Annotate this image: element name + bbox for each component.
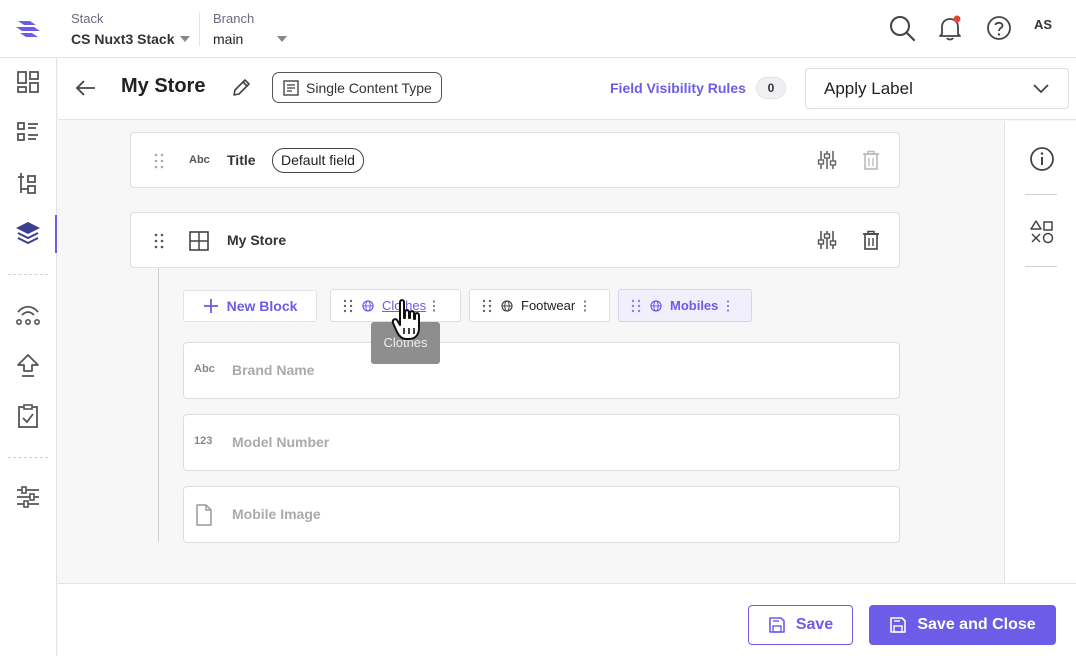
save-disk-icon [769, 617, 785, 633]
nav-separator [8, 274, 48, 275]
globe-icon [362, 299, 374, 312]
globe-icon [650, 299, 662, 312]
save-button[interactable]: Save [748, 605, 853, 645]
branch-selector[interactable]: Branch main [213, 11, 287, 49]
publish-queue-icon[interactable] [14, 352, 42, 380]
text-type-badge: Abc [194, 363, 215, 375]
assets-icon[interactable] [14, 169, 42, 197]
left-sidebar [0, 58, 57, 656]
modular-blocks-icon [189, 231, 209, 251]
more-vertical-icon[interactable] [432, 299, 436, 312]
hand-pointer-cursor-icon [391, 299, 420, 340]
settings-sliders-icon[interactable] [14, 483, 42, 511]
more-vertical-icon[interactable] [726, 299, 730, 312]
drag-handle-icon[interactable] [154, 233, 164, 249]
plus-icon [203, 299, 218, 313]
delete-trash-icon[interactable] [860, 149, 882, 171]
text-type-badge: Abc [189, 154, 210, 166]
footer-bar: Save Save and Close [58, 583, 1076, 656]
field-name: Title [227, 152, 256, 168]
file-icon [196, 504, 212, 526]
search-icon[interactable] [888, 14, 916, 42]
subfield-name: Mobile Image [232, 506, 321, 522]
globe-icon [501, 299, 513, 312]
field-settings-icon[interactable] [816, 149, 838, 171]
right-panel [1004, 121, 1076, 583]
more-vertical-icon[interactable] [583, 299, 587, 312]
drag-handle-icon[interactable] [154, 153, 164, 169]
content-type-label: Single Content Type [306, 79, 432, 96]
subfield-name: Brand Name [232, 362, 315, 378]
app-logo-icon[interactable] [14, 16, 42, 42]
block-tab-mobiles[interactable]: Mobiles [618, 289, 752, 322]
subfield-card[interactable]: Abc Brand Name [183, 342, 900, 399]
active-nav-indicator [55, 215, 57, 253]
block-tab-label: Mobiles [670, 298, 719, 313]
dashboard-icon[interactable] [14, 68, 42, 96]
branch-label: Branch [213, 11, 255, 26]
page-title: My Store [121, 75, 206, 97]
bell-icon[interactable] [936, 14, 964, 42]
entries-list-icon[interactable] [14, 118, 42, 146]
group-field-card[interactable]: My Store [130, 212, 900, 268]
panel-separator [1025, 266, 1057, 267]
panel-separator [1025, 194, 1057, 195]
stack-value: CS Nuxt3 Stack [71, 31, 175, 47]
back-arrow-icon[interactable] [74, 76, 98, 100]
webhooks-icon[interactable] [14, 300, 42, 328]
drag-handle-icon[interactable] [631, 299, 641, 313]
nav-separator [8, 457, 48, 458]
save-label: Save [795, 616, 834, 633]
help-icon[interactable] [985, 14, 1013, 42]
field-name: My Store [227, 232, 287, 248]
releases-icon[interactable] [14, 402, 42, 430]
content-models-icon[interactable] [14, 219, 42, 247]
block-tab-label: Footwear [521, 298, 576, 313]
content-type-button[interactable]: Single Content Type [272, 72, 442, 103]
save-disk-icon [890, 617, 907, 633]
info-icon[interactable] [1029, 146, 1055, 172]
avatar[interactable]: AS [1034, 17, 1052, 32]
content-type-header: My Store Single Content Type Field Visib… [58, 58, 1076, 120]
stack-selector[interactable]: Stack CS Nuxt3 Stack [71, 11, 191, 49]
delete-trash-icon[interactable] [860, 229, 882, 251]
default-field-pill: Default field [272, 148, 364, 173]
number-type-badge: 123 [194, 435, 213, 447]
subfield-card[interactable]: Mobile Image [183, 486, 900, 543]
subfield-card[interactable]: 123 Model Number [183, 414, 900, 471]
header-divider [199, 12, 200, 46]
shapes-icon[interactable] [1029, 219, 1055, 245]
block-tab-footwear[interactable]: Footwear [469, 289, 610, 322]
field-visibility-rules-link[interactable]: Field Visibility Rules [610, 80, 746, 96]
drag-handle-icon[interactable] [482, 299, 492, 313]
chevron-down-icon [1033, 84, 1049, 94]
apply-label-text: Apply Label [824, 79, 913, 98]
content-type-icon [283, 79, 299, 96]
chevron-down-icon [277, 36, 287, 42]
subfield-name: Model Number [232, 434, 330, 450]
branch-value: main [213, 31, 244, 47]
title-field-card[interactable]: Abc Title Default field [130, 132, 900, 188]
apply-label-dropdown[interactable]: Apply Label [805, 68, 1069, 109]
field-settings-icon[interactable] [816, 229, 838, 251]
save-and-close-button[interactable]: Save and Close [869, 605, 1056, 645]
save-and-close-label: Save and Close [917, 616, 1036, 633]
new-block-label: New Block [226, 298, 298, 314]
field-visibility-count-badge: 0 [756, 77, 786, 99]
stack-label: Stack [71, 11, 104, 26]
chevron-down-icon [180, 36, 191, 42]
drag-handle-icon[interactable] [343, 299, 353, 313]
nesting-line [158, 268, 159, 542]
new-block-button[interactable]: New Block [183, 290, 317, 322]
edit-pencil-icon[interactable] [230, 77, 252, 99]
top-header: Stack CS Nuxt3 Stack Branch main AS [0, 0, 1076, 58]
